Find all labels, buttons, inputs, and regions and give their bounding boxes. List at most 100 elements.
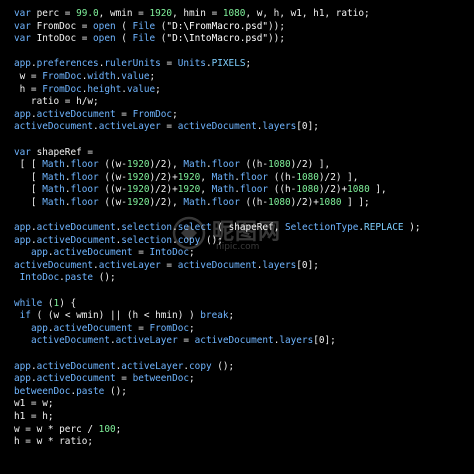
code-line[interactable]: app.activeDocument.selection.select ( sh… bbox=[14, 222, 470, 235]
code-property: activeDocument bbox=[53, 322, 133, 334]
code-text: , bbox=[273, 222, 286, 234]
code-line[interactable]: var shapeRef = bbox=[14, 147, 470, 160]
code-text: , wmin = bbox=[98, 8, 150, 19]
code-object: FromDoc bbox=[42, 70, 82, 82]
code-object: app bbox=[14, 222, 31, 234]
code-object: activeDocument bbox=[177, 121, 257, 133]
code-line[interactable]: app.activeDocument = FromDoc; bbox=[14, 109, 470, 122]
code-text: ) { bbox=[59, 297, 77, 309]
code-block[interactable]: var perc = 99.0, wmin = 1920, hmin = 108… bbox=[14, 8, 470, 449]
code-text: ; bbox=[245, 58, 252, 70]
code-line[interactable]: app.activeDocument = betweenDoc; bbox=[14, 373, 470, 386]
code-line[interactable]: var IntoDoc = open ( File ("D:\IntoMacro… bbox=[14, 33, 470, 46]
code-text: = bbox=[115, 373, 133, 385]
code-text: ((h- bbox=[268, 184, 297, 196]
code-text: shapeRef = bbox=[30, 146, 94, 158]
code-text: ; bbox=[172, 108, 178, 120]
code-line[interactable]: IntoDoc.paste (); bbox=[14, 272, 470, 285]
code-line[interactable] bbox=[14, 134, 470, 147]
code-text: perc = bbox=[30, 8, 77, 19]
code-text: , hmin = bbox=[172, 8, 223, 19]
code-line[interactable]: activeDocument.activeLayer = activeDocum… bbox=[14, 335, 470, 348]
code-number: 1080 bbox=[268, 196, 291, 208]
code-text: , w, h, w1, h1, ratio; bbox=[245, 8, 370, 19]
code-text: ; bbox=[189, 247, 195, 259]
code-line[interactable] bbox=[14, 348, 470, 361]
code-line[interactable]: var FromDoc = open ( File ("D:\FromMacro… bbox=[14, 21, 470, 34]
code-object: app bbox=[14, 108, 31, 120]
code-text: = bbox=[160, 58, 178, 70]
code-number: 1920 bbox=[126, 184, 150, 196]
code-number: 1920 bbox=[126, 196, 150, 208]
code-text: ((w- bbox=[98, 159, 127, 171]
code-line[interactable]: [ Math.floor ((w-1920)/2)+1920, Math.flo… bbox=[14, 184, 470, 197]
code-line[interactable] bbox=[14, 210, 470, 223]
code-property: selection bbox=[121, 222, 173, 234]
code-text: , bbox=[200, 184, 212, 196]
code-line[interactable]: betweenDoc.paste (); bbox=[14, 386, 470, 399]
code-object: Math bbox=[183, 196, 206, 208]
code-line[interactable]: app.preferences.rulerUnits = Units.PIXEL… bbox=[14, 58, 470, 71]
code-line[interactable]: if ( (w < wmin) || (h < hmin) ) break; bbox=[14, 310, 470, 323]
code-text: )/2), bbox=[149, 159, 184, 171]
code-text: [ bbox=[14, 196, 43, 208]
code-text: (); bbox=[93, 272, 116, 284]
code-property: floor bbox=[211, 196, 240, 208]
code-text: = bbox=[132, 322, 150, 334]
code-property: floor bbox=[239, 171, 269, 183]
code-text: [ bbox=[14, 171, 43, 183]
code-keyword: var bbox=[14, 8, 31, 19]
code-editor[interactable]: var perc = 99.0, wmin = 1920, hmin = 108… bbox=[0, 0, 474, 474]
code-property: layers bbox=[279, 335, 314, 347]
code-number: 99.0 bbox=[76, 8, 99, 19]
code-number: 1920 bbox=[126, 159, 150, 171]
code-text: [0]; bbox=[313, 335, 336, 347]
code-text: )/2) ], bbox=[318, 171, 359, 183]
code-line[interactable] bbox=[14, 46, 470, 59]
code-keyword: var bbox=[14, 33, 31, 45]
code-line[interactable]: h = FromDoc.height.value; bbox=[14, 84, 470, 97]
code-object: app bbox=[30, 322, 48, 334]
code-line[interactable]: activeDocument.activeLayer = activeDocum… bbox=[14, 121, 470, 134]
code-number: 100 bbox=[98, 423, 116, 435]
code-text: ((h- bbox=[239, 196, 269, 208]
code-text: [ [ bbox=[14, 159, 43, 171]
code-property: floor bbox=[211, 159, 240, 171]
code-property: activeLayer bbox=[98, 259, 161, 271]
code-line[interactable]: app.activeDocument.activeLayer.copy (); bbox=[14, 361, 470, 374]
code-line[interactable] bbox=[14, 285, 470, 298]
code-line[interactable]: h1 = h; bbox=[14, 411, 470, 424]
code-text: )/2), bbox=[149, 196, 184, 208]
code-number: 1080 bbox=[347, 184, 370, 196]
code-keyword: open bbox=[93, 33, 116, 45]
code-line[interactable]: app.activeDocument = IntoDoc; bbox=[14, 247, 470, 260]
code-text: ((h- bbox=[239, 159, 269, 171]
code-text: (); bbox=[200, 234, 223, 246]
code-constant: REPLACE bbox=[364, 222, 404, 234]
code-line[interactable]: [ Math.floor ((w-1920)/2)+1920, Math.flo… bbox=[14, 172, 470, 185]
code-line[interactable]: ratio = h/w; bbox=[14, 96, 470, 109]
code-line[interactable]: w = w * perc / 100; bbox=[14, 424, 470, 437]
code-line[interactable]: activeDocument.activeLayer = activeDocum… bbox=[14, 260, 470, 273]
code-line[interactable]: [ [ Math.floor ((w-1920)/2), Math.floor … bbox=[14, 159, 470, 172]
code-line[interactable]: var perc = 99.0, wmin = 1920, hmin = 108… bbox=[14, 8, 470, 21]
code-property: copy bbox=[177, 234, 201, 246]
code-property: value bbox=[121, 70, 150, 82]
code-text: ((w- bbox=[98, 171, 127, 183]
code-text: ( bbox=[115, 20, 133, 32]
code-line[interactable]: app.activeDocument.selection.copy (); bbox=[14, 235, 470, 248]
code-line[interactable]: [ Math.floor ((w-1920)/2), Math.floor ((… bbox=[14, 197, 470, 210]
code-line[interactable]: app.activeDocument = FromDoc; bbox=[14, 323, 470, 336]
code-line[interactable]: while (1) { bbox=[14, 298, 470, 311]
code-property: selection bbox=[121, 234, 173, 246]
code-text: [ bbox=[14, 184, 43, 196]
code-line[interactable]: w1 = w; bbox=[14, 398, 470, 411]
code-line[interactable]: h = w * ratio; bbox=[14, 436, 470, 449]
code-line[interactable]: w = FromDoc.width.value; bbox=[14, 71, 470, 84]
code-property: layers bbox=[262, 259, 297, 271]
code-number: 1920 bbox=[149, 8, 173, 19]
code-keyword: File bbox=[132, 33, 156, 45]
code-property: activeLayer bbox=[121, 360, 184, 372]
code-keyword: break bbox=[200, 310, 229, 322]
